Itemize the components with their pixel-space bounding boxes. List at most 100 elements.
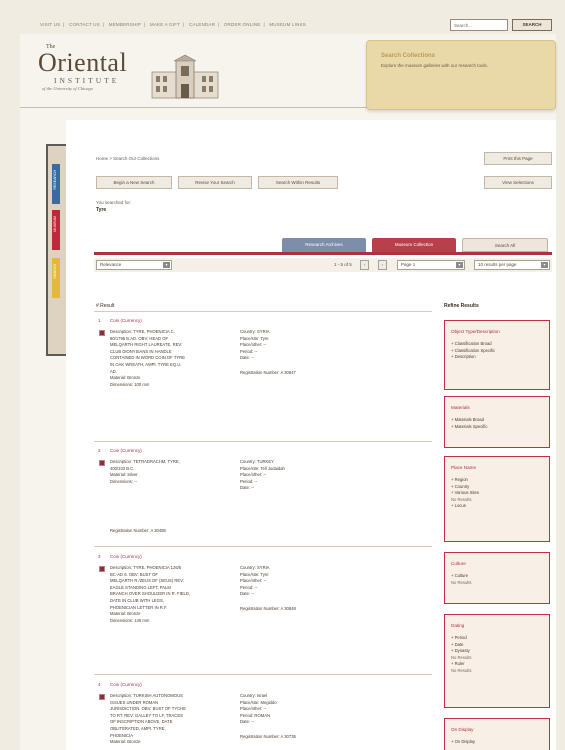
result-title[interactable]: Coin (Currency) bbox=[110, 318, 142, 323]
refine-link[interactable]: + Locus bbox=[451, 503, 479, 510]
per-page-select[interactable]: 10 results per page ▾ bbox=[474, 260, 550, 270]
result-material: Material: Silver bbox=[110, 472, 138, 478]
result-count: 1 - 5 of 5 bbox=[334, 262, 352, 267]
refine-title: Dating bbox=[451, 623, 465, 628]
result-dimensions: Dimensions: 140 mm bbox=[110, 617, 150, 623]
tab-search-all[interactable]: Search All bbox=[462, 238, 548, 252]
refine-link[interactable]: + Culture bbox=[451, 573, 471, 580]
refine-object-type: Object Type/Description + Classification… bbox=[444, 320, 550, 390]
meta-date: Date: -- bbox=[240, 355, 254, 361]
page-select[interactable]: Page 1 ▾ bbox=[397, 260, 465, 270]
refine-link[interactable]: + On Display bbox=[451, 739, 475, 746]
meta-date: Date: -- bbox=[240, 591, 254, 597]
tab-research-archives[interactable]: Research Archives bbox=[282, 238, 366, 252]
refine-link[interactable]: + Various Sites bbox=[451, 490, 479, 497]
result-metadata: Country: SYRIA Place/site: Tyre Place/ot… bbox=[240, 329, 360, 377]
refine-link[interactable]: + Classification Specific bbox=[451, 348, 495, 355]
refine-dating: Dating + Period + Date + Dynasty No Resu… bbox=[444, 614, 550, 708]
nav-calendar[interactable]: CALENDAR bbox=[189, 22, 215, 27]
logo-oriental[interactable]: Oriental bbox=[38, 48, 127, 78]
page-container: The Oriental INSTITUTE of the University… bbox=[20, 34, 556, 750]
meta-place-other: Place/other: -- bbox=[240, 472, 267, 478]
meta-country: Country: SYRIA bbox=[240, 565, 270, 570]
print-page-button[interactable]: Print this Page bbox=[484, 152, 552, 165]
result-thumbnail[interactable] bbox=[99, 460, 105, 466]
result-dimensions: Dimensions: -- bbox=[110, 478, 137, 484]
building-illustration bbox=[151, 54, 219, 99]
desc-line: AD. bbox=[110, 368, 117, 374]
result-title[interactable]: Coin (Currency) bbox=[110, 448, 142, 453]
refine-on-display: On Display + On Display bbox=[444, 718, 550, 750]
meta-country: Country: SYRIA bbox=[240, 329, 270, 334]
per-page-arrow-icon: ▾ bbox=[541, 262, 548, 268]
nav-visit[interactable]: VISIT US bbox=[40, 22, 60, 27]
result-item: 2 Coin (Currency) Description: TETRADRAC… bbox=[96, 448, 432, 544]
desc-line: BC-AD 6. OBV: BUST OF bbox=[110, 571, 158, 577]
nav-gift[interactable]: MAKE A GIFT bbox=[150, 22, 180, 27]
nav-membership[interactable]: MEMBERSHIP bbox=[109, 22, 141, 27]
desc-line: 90/1795 B.AD. OBV: HEAD OF bbox=[110, 335, 169, 341]
desc-line: OBLITERATED, AMPI. TYRE, bbox=[110, 725, 166, 731]
search-within-button[interactable]: Search Within Results bbox=[258, 176, 338, 189]
page-value: Page 1 bbox=[401, 262, 416, 267]
meta-period: Period: -- bbox=[240, 478, 258, 484]
tab-museum-collection[interactable]: Museum Collection bbox=[372, 238, 456, 252]
side-tab-search-label: SEARCH bbox=[53, 264, 57, 279]
result-title[interactable]: Coin (Currency) bbox=[110, 682, 142, 687]
desc-line: 400/333 B.C. bbox=[110, 465, 135, 471]
meta-place-other: Place/other: -- bbox=[240, 578, 267, 584]
site-header: The Oriental INSTITUTE of the University… bbox=[20, 34, 556, 119]
result-thumbnail[interactable] bbox=[99, 566, 105, 572]
promo-banner[interactable]: Search Collections Explore the museum ga… bbox=[366, 40, 556, 110]
refine-heading: Refine Results bbox=[444, 303, 479, 309]
meta-place: Place/site: Megiddo bbox=[240, 699, 277, 705]
revise-search-button[interactable]: Revise Your Search bbox=[178, 176, 252, 189]
site-search-input[interactable]: Search... bbox=[450, 19, 508, 31]
refine-link[interactable]: + Materials Specific bbox=[451, 424, 487, 431]
refine-link[interactable]: + Country bbox=[451, 484, 479, 491]
refine-link[interactable]: + Region bbox=[451, 477, 479, 484]
refine-link[interactable]: + Materials Broad bbox=[451, 417, 487, 424]
site-search-button[interactable]: SEARCH bbox=[512, 19, 552, 31]
result-registration: Registration Number: A 30847 bbox=[240, 369, 296, 375]
result-item: 4 Coin (Currency) Description: TURKISH A… bbox=[96, 682, 432, 748]
new-search-button[interactable]: Begin a New Search bbox=[96, 176, 172, 189]
result-registration: Registration Number: A 30485 bbox=[110, 528, 166, 533]
desc-line: MELQARTH R./ZEUS OF (SEUS) REV: bbox=[110, 578, 184, 584]
nav-museum-links[interactable]: MUSEUM LINKS bbox=[269, 22, 306, 27]
prev-page-button[interactable]: ‹ bbox=[360, 260, 369, 270]
meta-spacer bbox=[240, 362, 360, 370]
result-thumbnail[interactable] bbox=[99, 694, 105, 700]
result-material: Material: Bronze bbox=[110, 611, 141, 617]
side-tab-museum[interactable]: MUSEUM bbox=[52, 210, 60, 250]
refine-link[interactable]: + Period bbox=[451, 635, 471, 642]
refine-link[interactable]: + Classification Broad bbox=[451, 341, 495, 348]
desc-line: MELQARTH RIGHT LAUREATE, REV: bbox=[110, 342, 183, 348]
desc-line: CONTAINED IN WORD COIN OF TYRE bbox=[110, 355, 185, 361]
desc-line: CLUB DIONYSIANS IN HANDLE bbox=[110, 348, 172, 354]
side-tab-research[interactable]: RESEARCH bbox=[52, 164, 60, 204]
meta-period: Period: ROMAN bbox=[240, 712, 271, 718]
desc-line: IN OAK WREATH, AMPI. TYRE EQ.U. bbox=[110, 361, 182, 367]
side-tab-search[interactable]: SEARCH bbox=[52, 258, 60, 298]
refine-link[interactable]: + Dynasty bbox=[451, 648, 471, 655]
sort-select[interactable]: Relevance ▾ bbox=[96, 260, 172, 270]
per-page-value: 10 results per page bbox=[478, 262, 517, 267]
refine-link[interactable]: + Ruler bbox=[451, 661, 471, 668]
refine-list: + Region + Country + Various Sites No Re… bbox=[451, 477, 479, 510]
view-selections-button[interactable]: View Selections bbox=[484, 176, 552, 189]
meta-country: Country: TURKEY bbox=[240, 459, 274, 464]
result-title[interactable]: Coin (Currency) bbox=[110, 554, 142, 559]
result-description: Description: TURKISH AUTONOMOUS ISSUES U… bbox=[110, 693, 230, 746]
result-thumbnail[interactable] bbox=[99, 330, 105, 336]
nav-order[interactable]: ORDER ONLINE bbox=[224, 22, 261, 27]
refine-link[interactable]: + Date bbox=[451, 642, 471, 649]
promo-text: Explore the museum galleries with our re… bbox=[381, 63, 489, 68]
breadcrumb[interactable]: Home > Search Our Collections bbox=[96, 156, 159, 161]
desc-line: JURISDICTION. OBV: BUST OF TYCHE bbox=[110, 706, 187, 712]
you-searched-label: You searched for: bbox=[96, 200, 132, 205]
next-page-button[interactable]: › bbox=[378, 260, 387, 270]
refine-link[interactable]: + Description bbox=[451, 354, 495, 361]
desc-line: Description: TETRADRACHM, TYRE, bbox=[110, 459, 180, 464]
nav-contact[interactable]: CONTACT US bbox=[69, 22, 100, 27]
